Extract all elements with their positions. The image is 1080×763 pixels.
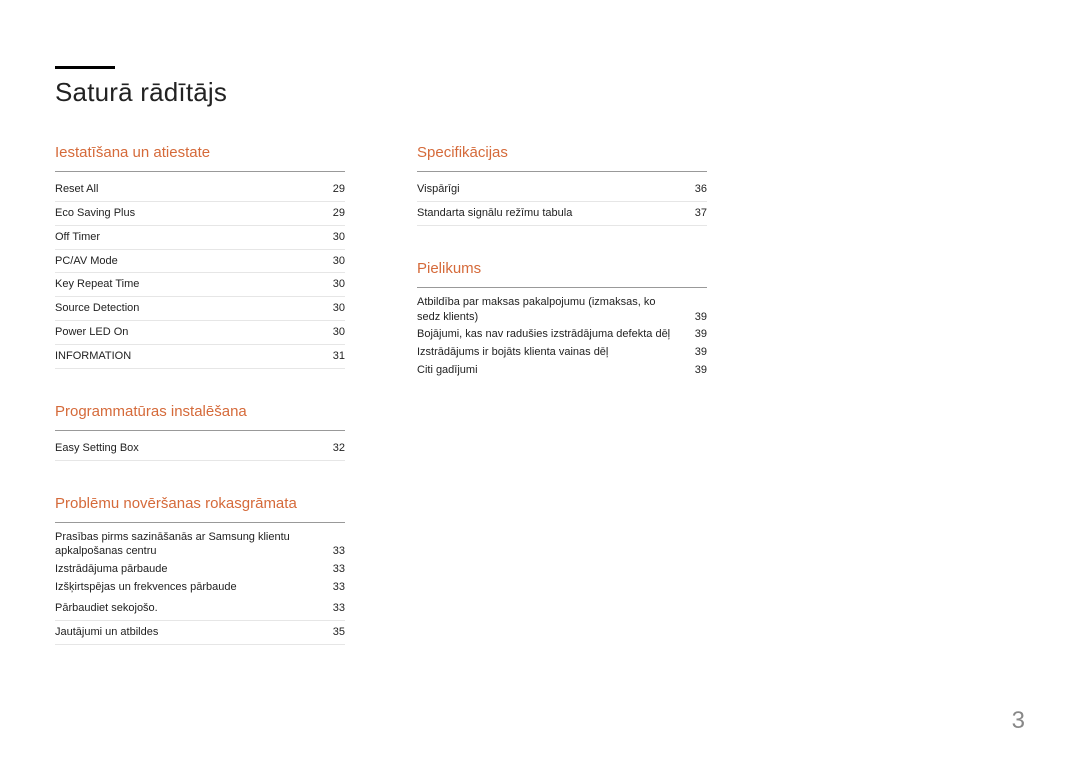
entry-label: Izstrādājums ir bojāts klienta vainas dē… <box>417 345 681 360</box>
toc-entry: Reset All 29 <box>55 178 345 202</box>
entry-label: INFORMATION <box>55 349 319 364</box>
section-settings-reset: Iestatīšana un atiestate Reset All 29 Eco… <box>55 144 345 369</box>
toc-columns: Iestatīšana un atiestate Reset All 29 Eco… <box>55 144 1025 679</box>
section-appendix: Pielikums Atbildība par maksas pakalpoju… <box>417 260 707 380</box>
entry-label: Prasības pirms sazināšanās ar Samsung kl… <box>55 530 319 560</box>
entry-page: 39 <box>695 363 707 378</box>
title-rule <box>55 66 115 69</box>
entry-page: 33 <box>333 601 345 616</box>
entry-label: Key Repeat Time <box>55 277 319 292</box>
section-software-install: Programmatūras instalēšana Easy Setting … <box>55 403 345 461</box>
section-title: Problēmu novēršanas rokasgrāmata <box>55 495 345 523</box>
entry-page: 30 <box>333 277 345 292</box>
entry-page: 33 <box>333 544 345 559</box>
entry-label: Standarta signālu režīmu tabula <box>417 206 681 221</box>
toc-page: Saturā rādītājs Iestatīšana un atiestate… <box>0 0 1080 763</box>
entry-label: Eco Saving Plus <box>55 206 319 221</box>
page-number: 3 <box>1012 707 1025 735</box>
section-title: Pielikums <box>417 260 707 288</box>
entry-label: Citi gadījumi <box>417 363 681 378</box>
entry-page: 30 <box>333 301 345 316</box>
entry-label: Izšķirtspējas un frekvences pārbaude <box>55 580 319 595</box>
toc-entry: Standarta signālu režīmu tabula 37 <box>417 202 707 226</box>
entry-page: 37 <box>695 206 707 221</box>
toc-entry: Easy Setting Box 32 <box>55 437 345 461</box>
toc-entry: Atbildība par maksas pakalpojumu (izmaks… <box>417 294 707 327</box>
toc-entry: Izšķirtspējas un frekvences pārbaude 33 <box>55 579 345 597</box>
entry-page: 30 <box>333 254 345 269</box>
section-title: Specifikācijas <box>417 144 707 172</box>
page-title: Saturā rādītājs <box>55 77 1025 108</box>
entry-page: 32 <box>333 441 345 456</box>
toc-entry: Prasības pirms sazināšanās ar Samsung kl… <box>55 529 345 562</box>
section-title: Iestatīšana un atiestate <box>55 144 345 172</box>
toc-entry: Power LED On 30 <box>55 321 345 345</box>
entry-page: 39 <box>695 327 707 342</box>
entry-page: 36 <box>695 182 707 197</box>
entry-label: Source Detection <box>55 301 319 316</box>
entry-label: Atbildība par maksas pakalpojumu (izmaks… <box>417 295 681 325</box>
toc-entry: Pārbaudiet sekojošo. 33 <box>55 597 345 621</box>
entry-label: Off Timer <box>55 230 319 245</box>
toc-entry: Off Timer 30 <box>55 226 345 250</box>
entry-page: 35 <box>333 625 345 640</box>
section-title: Programmatūras instalēšana <box>55 403 345 431</box>
entry-page: 29 <box>333 182 345 197</box>
toc-entry: Izstrādājuma pārbaude 33 <box>55 561 345 579</box>
entry-page: 33 <box>333 580 345 595</box>
entry-page: 29 <box>333 206 345 221</box>
toc-entry: Vispārīgi 36 <box>417 178 707 202</box>
entry-page: 39 <box>695 310 707 325</box>
entry-label: Jautājumi un atbildes <box>55 625 319 640</box>
toc-entry: Jautājumi un atbildes 35 <box>55 621 345 645</box>
toc-right-column: Specifikācijas Vispārīgi 36 Standarta sig… <box>417 144 707 414</box>
entry-label: Pārbaudiet sekojošo. <box>55 601 319 616</box>
toc-entry: Izstrādājums ir bojāts klienta vainas dē… <box>417 344 707 362</box>
toc-entry: Bojājumi, kas nav radušies izstrādājuma … <box>417 326 707 344</box>
entry-page: 30 <box>333 230 345 245</box>
toc-entry: INFORMATION 31 <box>55 345 345 369</box>
entry-label: PC/AV Mode <box>55 254 319 269</box>
toc-entry: Eco Saving Plus 29 <box>55 202 345 226</box>
entry-page: 39 <box>695 345 707 360</box>
section-specifications: Specifikācijas Vispārīgi 36 Standarta sig… <box>417 144 707 226</box>
entry-label: Reset All <box>55 182 319 197</box>
entry-label: Easy Setting Box <box>55 441 319 456</box>
toc-entry: Source Detection 30 <box>55 297 345 321</box>
entry-label: Power LED On <box>55 325 319 340</box>
toc-entry: Citi gadījumi 39 <box>417 362 707 380</box>
entry-label: Vispārīgi <box>417 182 681 197</box>
entry-label: Bojājumi, kas nav radušies izstrādājuma … <box>417 327 681 342</box>
toc-entry: Key Repeat Time 30 <box>55 273 345 297</box>
toc-entry: PC/AV Mode 30 <box>55 250 345 274</box>
section-troubleshooting: Problēmu novēršanas rokasgrāmata Prasība… <box>55 495 345 645</box>
entry-page: 33 <box>333 562 345 577</box>
entry-page: 30 <box>333 325 345 340</box>
entry-label: Izstrādājuma pārbaude <box>55 562 319 577</box>
entry-page: 31 <box>333 349 345 364</box>
toc-left-column: Iestatīšana un atiestate Reset All 29 Eco… <box>55 144 345 679</box>
